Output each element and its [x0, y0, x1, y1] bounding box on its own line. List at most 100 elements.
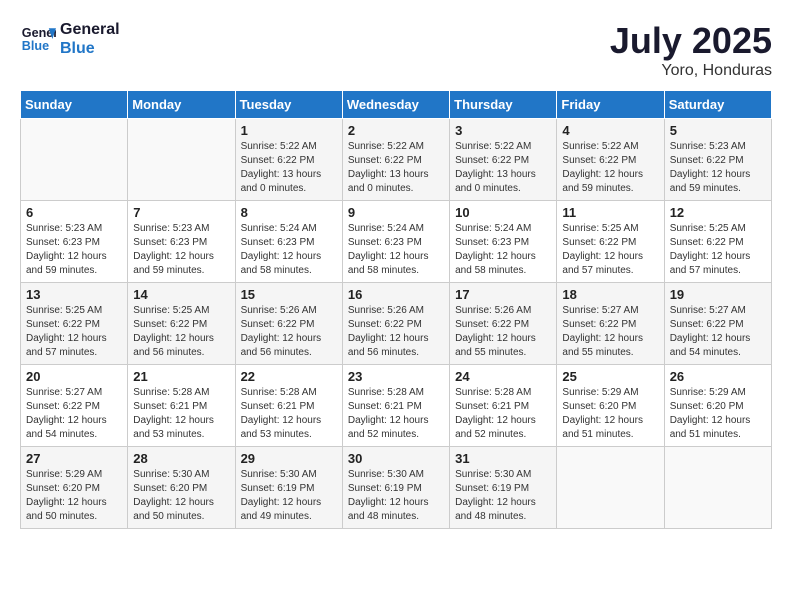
- day-info: Sunrise: 5:29 AMSunset: 6:20 PMDaylight:…: [670, 386, 766, 442]
- day-number: 26: [670, 369, 766, 384]
- day-number: 14: [133, 287, 229, 302]
- day-info: Sunrise: 5:22 AMSunset: 6:22 PMDaylight:…: [348, 140, 444, 196]
- calendar-cell: 2 Sunrise: 5:22 AMSunset: 6:22 PMDaylight…: [342, 119, 449, 201]
- day-info: Sunrise: 5:25 AMSunset: 6:22 PMDaylight:…: [26, 304, 122, 360]
- calendar-cell: 18 Sunrise: 5:27 AMSunset: 6:22 PMDayligh…: [557, 283, 664, 365]
- day-number: 30: [348, 451, 444, 466]
- logo-icon: General Blue: [20, 21, 56, 57]
- calendar-cell: 25 Sunrise: 5:29 AMSunset: 6:20 PMDayligh…: [557, 365, 664, 447]
- calendar-cell: 31 Sunrise: 5:30 AMSunset: 6:19 PMDayligh…: [450, 447, 557, 529]
- day-info: Sunrise: 5:28 AMSunset: 6:21 PMDaylight:…: [348, 386, 444, 442]
- day-number: 7: [133, 205, 229, 220]
- calendar-cell: 15 Sunrise: 5:26 AMSunset: 6:22 PMDayligh…: [235, 283, 342, 365]
- day-info: Sunrise: 5:22 AMSunset: 6:22 PMDaylight:…: [562, 140, 658, 196]
- calendar-cell: 26 Sunrise: 5:29 AMSunset: 6:20 PMDayligh…: [664, 365, 771, 447]
- calendar-table: SundayMondayTuesdayWednesdayThursdayFrid…: [20, 90, 772, 529]
- calendar-cell: 13 Sunrise: 5:25 AMSunset: 6:22 PMDayligh…: [21, 283, 128, 365]
- day-number: 29: [241, 451, 337, 466]
- calendar-cell: 28 Sunrise: 5:30 AMSunset: 6:20 PMDayligh…: [128, 447, 235, 529]
- day-info: Sunrise: 5:26 AMSunset: 6:22 PMDaylight:…: [241, 304, 337, 360]
- day-info: Sunrise: 5:27 AMSunset: 6:22 PMDaylight:…: [26, 386, 122, 442]
- day-number: 10: [455, 205, 551, 220]
- day-number: 8: [241, 205, 337, 220]
- day-number: 31: [455, 451, 551, 466]
- day-info: Sunrise: 5:27 AMSunset: 6:22 PMDaylight:…: [670, 304, 766, 360]
- day-number: 17: [455, 287, 551, 302]
- day-info: Sunrise: 5:22 AMSunset: 6:22 PMDaylight:…: [455, 140, 551, 196]
- calendar-cell: 14 Sunrise: 5:25 AMSunset: 6:22 PMDayligh…: [128, 283, 235, 365]
- day-number: 21: [133, 369, 229, 384]
- calendar-cell: 20 Sunrise: 5:27 AMSunset: 6:22 PMDayligh…: [21, 365, 128, 447]
- day-info: Sunrise: 5:23 AMSunset: 6:22 PMDaylight:…: [670, 140, 766, 196]
- day-number: 19: [670, 287, 766, 302]
- day-info: Sunrise: 5:24 AMSunset: 6:23 PMDaylight:…: [348, 222, 444, 278]
- calendar-cell: 22 Sunrise: 5:28 AMSunset: 6:21 PMDayligh…: [235, 365, 342, 447]
- day-info: Sunrise: 5:29 AMSunset: 6:20 PMDaylight:…: [562, 386, 658, 442]
- day-info: Sunrise: 5:25 AMSunset: 6:22 PMDaylight:…: [133, 304, 229, 360]
- calendar-cell: 4Sunrise: 5:22 AMSunset: 6:22 PMDaylight…: [557, 119, 664, 201]
- day-info: Sunrise: 5:30 AMSunset: 6:19 PMDaylight:…: [455, 468, 551, 524]
- day-number: 6: [26, 205, 122, 220]
- column-header-monday: Monday: [128, 91, 235, 119]
- day-info: Sunrise: 5:28 AMSunset: 6:21 PMDaylight:…: [241, 386, 337, 442]
- column-header-friday: Friday: [557, 91, 664, 119]
- day-number: 13: [26, 287, 122, 302]
- day-number: 18: [562, 287, 658, 302]
- day-number: 11: [562, 205, 658, 220]
- calendar-cell: 6 Sunrise: 5:23 AMSunset: 6:23 PMDaylight…: [21, 201, 128, 283]
- calendar-cell: [21, 119, 128, 201]
- day-info: Sunrise: 5:29 AMSunset: 6:20 PMDaylight:…: [26, 468, 122, 524]
- day-number: 27: [26, 451, 122, 466]
- day-info: Sunrise: 5:22 AMSunset: 6:22 PMDaylight:…: [241, 140, 337, 196]
- calendar-cell: 17Sunrise: 5:26 AMSunset: 6:22 PMDayligh…: [450, 283, 557, 365]
- column-header-wednesday: Wednesday: [342, 91, 449, 119]
- calendar-cell: 10Sunrise: 5:24 AMSunset: 6:23 PMDayligh…: [450, 201, 557, 283]
- calendar-cell: 11 Sunrise: 5:25 AMSunset: 6:22 PMDayligh…: [557, 201, 664, 283]
- day-number: 25: [562, 369, 658, 384]
- calendar-cell: 24 Sunrise: 5:28 AMSunset: 6:21 PMDayligh…: [450, 365, 557, 447]
- day-number: 16: [348, 287, 444, 302]
- title-block: July 2025 Yoro, Honduras: [610, 20, 772, 80]
- month-title: July 2025: [610, 20, 772, 62]
- day-number: 1: [241, 123, 337, 138]
- page-header: General Blue General Blue July 2025 Yoro…: [20, 20, 772, 80]
- svg-text:Blue: Blue: [22, 39, 49, 53]
- day-info: Sunrise: 5:25 AMSunset: 6:22 PMDaylight:…: [562, 222, 658, 278]
- location-subtitle: Yoro, Honduras: [610, 62, 772, 80]
- calendar-cell: 9Sunrise: 5:24 AMSunset: 6:23 PMDaylight…: [342, 201, 449, 283]
- day-info: Sunrise: 5:23 AMSunset: 6:23 PMDaylight:…: [133, 222, 229, 278]
- day-number: 3: [455, 123, 551, 138]
- day-number: 22: [241, 369, 337, 384]
- day-number: 28: [133, 451, 229, 466]
- calendar-cell: [128, 119, 235, 201]
- calendar-cell: 23 Sunrise: 5:28 AMSunset: 6:21 PMDayligh…: [342, 365, 449, 447]
- day-number: 12: [670, 205, 766, 220]
- calendar-cell: 12Sunrise: 5:25 AMSunset: 6:22 PMDayligh…: [664, 201, 771, 283]
- column-header-tuesday: Tuesday: [235, 91, 342, 119]
- day-number: 15: [241, 287, 337, 302]
- calendar-cell: 7 Sunrise: 5:23 AMSunset: 6:23 PMDaylight…: [128, 201, 235, 283]
- calendar-cell: 5 Sunrise: 5:23 AMSunset: 6:22 PMDaylight…: [664, 119, 771, 201]
- calendar-cell: 16Sunrise: 5:26 AMSunset: 6:22 PMDayligh…: [342, 283, 449, 365]
- column-header-thursday: Thursday: [450, 91, 557, 119]
- calendar-cell: 1 Sunrise: 5:22 AMSunset: 6:22 PMDaylight…: [235, 119, 342, 201]
- day-number: 2: [348, 123, 444, 138]
- day-info: Sunrise: 5:30 AMSunset: 6:19 PMDaylight:…: [348, 468, 444, 524]
- day-info: Sunrise: 5:23 AMSunset: 6:23 PMDaylight:…: [26, 222, 122, 278]
- calendar-cell: 27 Sunrise: 5:29 AMSunset: 6:20 PMDayligh…: [21, 447, 128, 529]
- day-number: 24: [455, 369, 551, 384]
- day-number: 20: [26, 369, 122, 384]
- day-info: Sunrise: 5:27 AMSunset: 6:22 PMDaylight:…: [562, 304, 658, 360]
- day-info: Sunrise: 5:30 AMSunset: 6:19 PMDaylight:…: [241, 468, 337, 524]
- day-info: Sunrise: 5:24 AMSunset: 6:23 PMDaylight:…: [241, 222, 337, 278]
- column-header-saturday: Saturday: [664, 91, 771, 119]
- calendar-cell: [557, 447, 664, 529]
- day-info: Sunrise: 5:28 AMSunset: 6:21 PMDaylight:…: [455, 386, 551, 442]
- column-header-sunday: Sunday: [21, 91, 128, 119]
- day-number: 23: [348, 369, 444, 384]
- day-info: Sunrise: 5:30 AMSunset: 6:20 PMDaylight:…: [133, 468, 229, 524]
- logo: General Blue General Blue: [20, 20, 120, 58]
- day-number: 5: [670, 123, 766, 138]
- calendar-cell: 3 Sunrise: 5:22 AMSunset: 6:22 PMDaylight…: [450, 119, 557, 201]
- calendar-cell: 19 Sunrise: 5:27 AMSunset: 6:22 PMDayligh…: [664, 283, 771, 365]
